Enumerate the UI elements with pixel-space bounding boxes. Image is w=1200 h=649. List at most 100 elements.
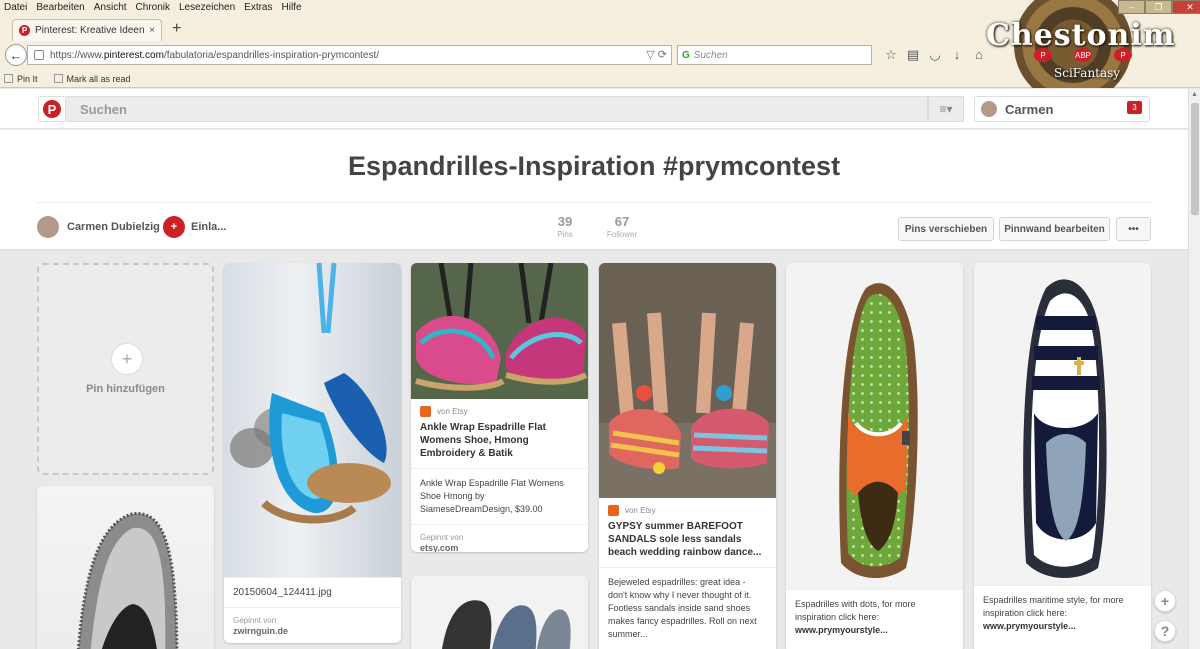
scroll-up-icon[interactable]: ▲ <box>1191 91 1198 98</box>
via-label: von Etsy <box>625 506 656 515</box>
pin-title[interactable]: Ankle Wrap Espadrille Flat Womens Shoe, … <box>411 417 588 468</box>
menu-file[interactable]: Datei <box>4 2 27 13</box>
back-arrow-icon: ← <box>9 47 23 63</box>
tab-pinterest[interactable]: P Pinterest: Kreative Ideen en... × <box>12 19 162 41</box>
bookmarks-toolbar: Pin It Mark all as read <box>0 70 147 87</box>
bookmark-star-icon[interactable]: ☆ <box>880 47 902 63</box>
pin-description-text: Espadrilles with dots, for more inspirat… <box>795 599 916 622</box>
bookmark-mark-all-read[interactable]: Mark all as read <box>53 73 131 84</box>
download-icon[interactable]: ↓ <box>946 47 968 63</box>
floating-add-button[interactable]: + <box>1154 590 1176 612</box>
maritime-espadrille-image <box>1023 279 1107 579</box>
edit-board-button[interactable]: Pinnwand bearbeiten <box>999 217 1110 241</box>
new-tab-button[interactable]: + <box>172 20 181 38</box>
pin-image[interactable] <box>224 263 401 577</box>
user-profile-button[interactable]: Carmen <box>974 96 1150 122</box>
back-button[interactable]: ← <box>5 44 27 66</box>
hmong-espadrille-image <box>411 263 588 399</box>
pin-caption: 20150604_124411.jpg <box>224 577 401 607</box>
move-pins-button[interactable]: Pins verschieben <box>898 217 994 241</box>
owner-name: Carmen Dubielzig <box>67 221 160 233</box>
pin-image[interactable] <box>786 263 963 589</box>
pin-via[interactable]: von Etsy <box>599 498 776 516</box>
search-engine-icon[interactable]: G <box>682 50 690 61</box>
reload-icon[interactable]: ▽ ⟳ <box>646 48 667 61</box>
user-name: Carmen <box>1005 101 1054 117</box>
adblock-icon[interactable]: ABP <box>1074 48 1092 62</box>
menu-view[interactable]: Ansicht <box>94 2 127 13</box>
page-scrollbar[interactable]: ▲ <box>1188 89 1200 649</box>
board-header: Espandrilles-Inspiration #prymcontest Ca… <box>0 130 1188 250</box>
etsy-icon <box>420 406 431 417</box>
green-dot-espadrille-image <box>839 283 918 579</box>
pin-description: Espadrilles maritime style, for more ins… <box>974 585 1151 641</box>
notifications-badge[interactable]: 3 <box>1127 101 1142 114</box>
minimize-icon[interactable]: – <box>1118 0 1145 14</box>
tab-title: Pinterest: Kreative Ideen en... <box>35 25 145 36</box>
pinterest-search-input[interactable]: Suchen <box>66 96 928 122</box>
pin-link[interactable]: www.prymyourstyle... <box>795 625 888 635</box>
pin-image[interactable] <box>37 486 214 649</box>
pin-card[interactable]: von Etsy Ankle Wrap Espadrille Flat Wome… <box>411 263 588 552</box>
close-window-icon[interactable]: ✕ <box>1172 0 1200 14</box>
tab-close-icon[interactable]: × <box>149 25 155 36</box>
bookmark-label: Mark all as read <box>66 73 131 84</box>
plus-icon: + <box>111 343 143 375</box>
menu-edit[interactable]: Bearbeiten <box>36 2 84 13</box>
bookmark-icon <box>53 74 63 83</box>
pin-description-text: Espadrilles maritime style, for more ins… <box>983 595 1124 618</box>
board-title: Espandrilles-Inspiration #prymcontest <box>347 151 841 181</box>
menu-help[interactable]: Hilfe <box>282 2 302 13</box>
board-owner[interactable]: Carmen Dubielzig <box>37 216 160 238</box>
bookmark-icon <box>4 74 13 83</box>
pinterest-header: P Suchen ≡▾ Carmen 3 <box>0 89 1188 129</box>
pin-card[interactable]: 20150604_124411.jpg Gepinnt von zwirngui… <box>224 263 401 643</box>
pin-card[interactable] <box>37 486 214 649</box>
pin-via[interactable]: von Etsy <box>411 399 588 417</box>
pins-count[interactable]: 39 Pins <box>551 214 579 239</box>
pin-source[interactable]: Gepinnt von etsy.com <box>411 524 588 552</box>
site-identity-icon[interactable] <box>34 50 44 60</box>
via-label: von Etsy <box>437 407 468 416</box>
search-placeholder: Suchen <box>693 49 728 61</box>
saved-from: etsy.com <box>420 543 459 552</box>
pin-card[interactable]: von Etsy GYPSY summer BAREFOOT SANDALS s… <box>599 263 776 649</box>
menu-history[interactable]: Chronik <box>136 2 170 13</box>
pinterest-addon-icon[interactable]: P <box>1114 48 1132 62</box>
url-bar[interactable]: https://www. pinterest.com/fabulatoria/es… <box>27 45 672 65</box>
browser-search-input[interactable]: G Suchen <box>677 45 872 65</box>
pin-description: Ankle Wrap Espadrille Flat Womens Shoe H… <box>411 468 588 524</box>
scrollbar-thumb[interactable] <box>1191 103 1199 215</box>
menu-tools[interactable]: Extras <box>244 2 272 13</box>
pinterest-page: P Suchen ≡▾ Carmen 3 Espandrilles-Inspir… <box>0 89 1188 649</box>
add-pin-tile[interactable]: + Pin hinzufügen <box>37 263 214 475</box>
pin-card[interactable]: Espadrilles maritime style, for more ins… <box>974 263 1151 649</box>
menu-bar: Datei Bearbeiten Ansicht Chronik Lesezei… <box>0 0 980 15</box>
search-placeholder: Suchen <box>80 101 127 117</box>
pin-image[interactable] <box>974 263 1151 585</box>
menu-bookmarks[interactable]: Lesezeichen <box>179 2 235 13</box>
toolbar-icons: ☆ ▤ ◡ ↓ ⌂ <box>880 47 990 63</box>
pin-image[interactable] <box>411 263 588 399</box>
pinterest-addon-icon[interactable]: P <box>1034 48 1052 62</box>
search-menu-button[interactable]: ≡▾ <box>928 96 964 122</box>
pin-image[interactable] <box>411 576 588 649</box>
pin-title[interactable]: GYPSY summer BAREFOOT SANDALS sole less … <box>599 516 776 567</box>
pin-card[interactable] <box>411 576 588 649</box>
pin-image[interactable] <box>599 263 776 498</box>
pocket-icon[interactable]: ◡ <box>924 47 946 63</box>
pin-source[interactable]: Gepinnt von zwirnguin.de <box>224 607 401 643</box>
pinterest-logo[interactable]: P <box>38 96 66 122</box>
invite-collaborators[interactable]: + Einla... <box>163 216 226 238</box>
help-button[interactable]: ? <box>1154 620 1176 642</box>
pin-link[interactable]: www.prymyourstyle... <box>983 621 1076 631</box>
pin-card[interactable]: Espadrilles with dots, for more inspirat… <box>786 263 963 649</box>
maximize-icon[interactable]: ❐ <box>1145 0 1172 14</box>
bookmark-pin-it[interactable]: Pin It <box>4 74 38 84</box>
divider <box>36 202 1152 203</box>
more-options-button[interactable]: ••• <box>1116 217 1151 241</box>
reading-list-icon[interactable]: ▤ <box>902 47 924 63</box>
add-user-icon: + <box>163 216 185 238</box>
followers-count[interactable]: 67 Follower <box>602 214 642 239</box>
add-pin-label: Pin hinzufügen <box>86 383 165 395</box>
